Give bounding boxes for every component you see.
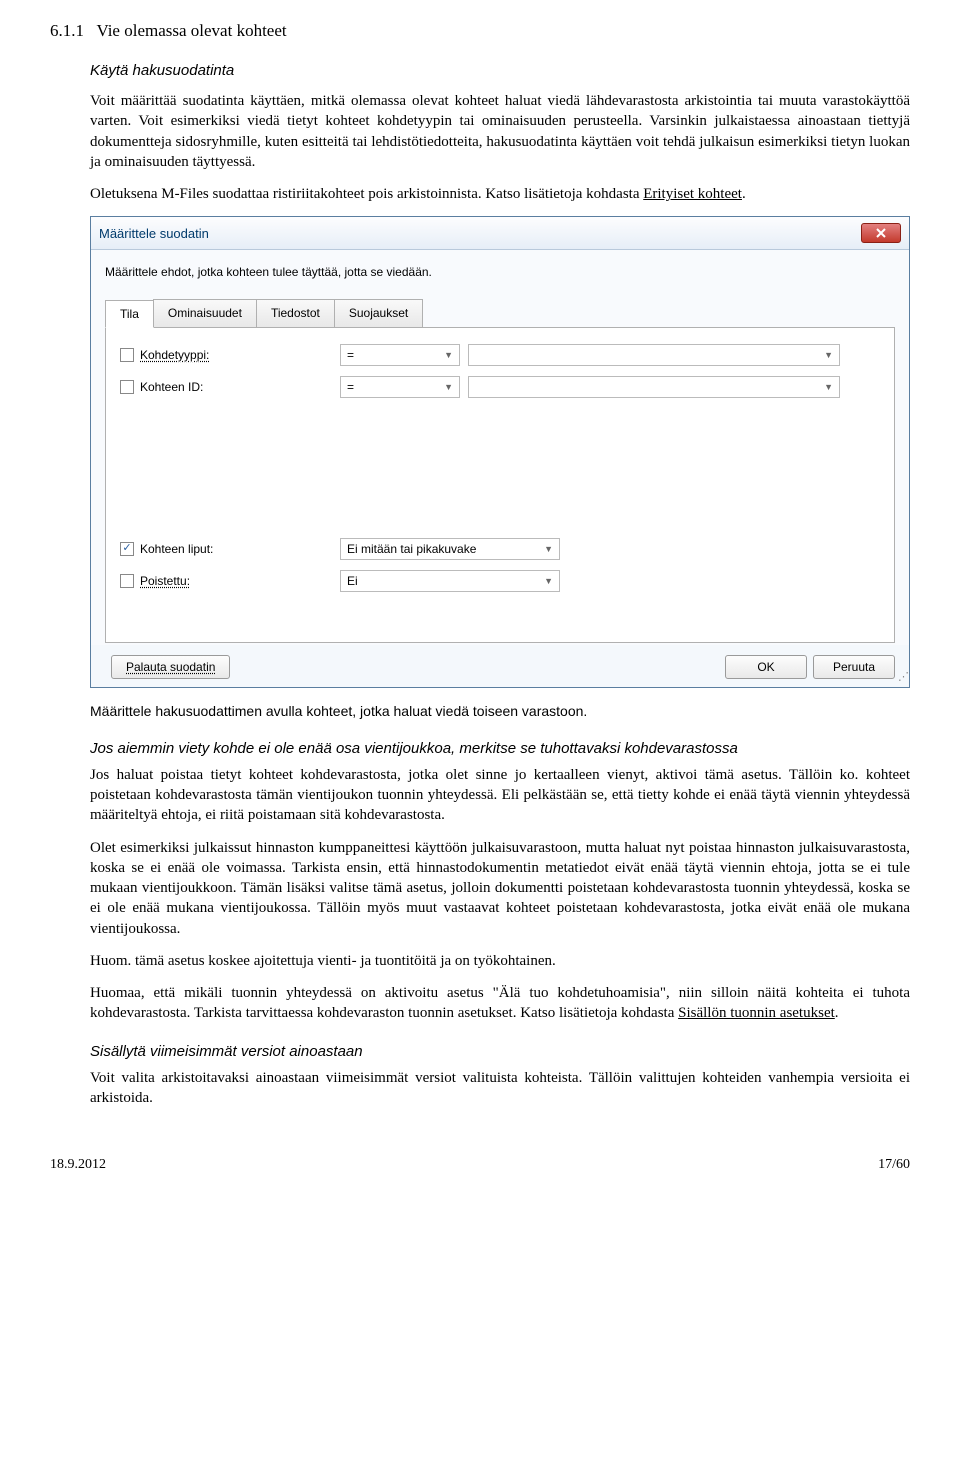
- paragraph-5: Huom. tämä asetus koskee ajoitettuja vie…: [90, 951, 910, 971]
- filter-dialog: Määrittele suodatin Määrittele ehdot, jo…: [90, 216, 910, 687]
- footer-page: 17/60: [878, 1156, 910, 1175]
- chevron-down-icon: ▼: [544, 543, 553, 555]
- dialog-tabs: Tila Ominaisuudet Tiedostot Suojaukset: [105, 299, 895, 328]
- paragraph-3: Jos haluat poistaa tietyt kohteet kohdev…: [90, 765, 910, 826]
- subheading-sisallyta: Sisällytä viimeisimmät versiot ainoastaa…: [90, 1042, 910, 1062]
- checkbox-kohteen-liput[interactable]: ✓: [120, 542, 134, 556]
- ok-button[interactable]: OK: [725, 655, 807, 679]
- resize-grip-icon[interactable]: ⋰: [898, 670, 907, 685]
- chevron-down-icon: ▼: [444, 349, 453, 361]
- value-kohteen-liput-text: Ei mitään tai pikakuvake: [347, 541, 476, 557]
- dialog-description: Määrittele ehdot, jotka kohteen tulee tä…: [105, 264, 895, 280]
- operator-kohteen-id-value: =: [347, 379, 354, 395]
- section-title: Vie olemassa olevat kohteet: [96, 21, 286, 40]
- footer-date: 18.9.2012: [50, 1156, 106, 1175]
- filter-row-kohteen-id: Kohteen ID: = ▼ ▼: [120, 376, 880, 398]
- tab-ominaisuudet[interactable]: Ominaisuudet: [153, 299, 257, 327]
- dialog-button-row: Palauta suodatin OK Peruuta: [91, 645, 909, 681]
- tab-suojaukset[interactable]: Suojaukset: [334, 299, 423, 327]
- cancel-button[interactable]: Peruuta: [813, 655, 895, 679]
- paragraph-2-tail: .: [742, 186, 746, 202]
- paragraph-1: Voit määrittää suodatinta käyttäen, mitk…: [90, 91, 910, 172]
- filter-row-kohteen-liput: ✓ Kohteen liput: Ei mitään tai pikakuvak…: [120, 538, 880, 560]
- chevron-down-icon: ▼: [544, 575, 553, 587]
- reset-filter-button[interactable]: Palauta suodatin: [111, 655, 230, 679]
- paragraph-4: Olet esimerkiksi julkaissut hinnaston ku…: [90, 838, 910, 939]
- filter-row-poistettu: Poistettu: Ei ▼: [120, 570, 880, 592]
- close-icon[interactable]: [861, 223, 901, 243]
- section-heading: 6.1.1 Vie olemassa olevat kohteet: [50, 20, 910, 43]
- value-poistettu-text: Ei: [347, 573, 358, 589]
- dialog-titlebar: Määrittele suodatin: [91, 217, 909, 250]
- dialog-title: Määrittele suodatin: [99, 225, 209, 243]
- section-number: 6.1.1: [50, 21, 84, 40]
- chevron-down-icon: ▼: [444, 381, 453, 393]
- paragraph-2: Oletuksena M-Files suodattaa ristiriitak…: [90, 184, 910, 204]
- paragraph-6: Huomaa, että mikäli tuonnin yhteydessä o…: [90, 983, 910, 1024]
- subheading-jos-aiemmin: Jos aiemmin viety kohde ei ole enää osa …: [90, 739, 910, 759]
- paragraph-2-text: Oletuksena M-Files suodattaa ristiriitak…: [90, 186, 643, 202]
- chevron-down-icon: ▼: [824, 349, 833, 361]
- paragraph-7: Voit valita arkistoitavaksi ainoastaan v…: [90, 1068, 910, 1109]
- operator-kohdetyyppi-value: =: [347, 347, 354, 363]
- tab-panel-tila: Kohdetyyppi: = ▼ ▼ Kohteen ID: = ▼: [105, 328, 895, 643]
- checkbox-poistettu[interactable]: [120, 574, 134, 588]
- value-kohdetyyppi[interactable]: ▼: [468, 344, 840, 366]
- value-kohteen-liput[interactable]: Ei mitään tai pikakuvake ▼: [340, 538, 560, 560]
- filter-row-kohdetyyppi: Kohdetyyppi: = ▼ ▼: [120, 344, 880, 366]
- subheading-hakusuodatin: Käytä hakusuodatinta: [90, 61, 910, 81]
- tab-tiedostot[interactable]: Tiedostot: [256, 299, 335, 327]
- operator-kohdetyyppi[interactable]: = ▼: [340, 344, 460, 366]
- chevron-down-icon: ▼: [824, 381, 833, 393]
- dialog-caption: Määrittele hakusuodattimen avulla kohtee…: [90, 702, 910, 721]
- link-erityiset-kohteet[interactable]: Erityiset kohteet: [643, 186, 742, 202]
- value-poistettu[interactable]: Ei ▼: [340, 570, 560, 592]
- label-kohteen-liput: Kohteen liput:: [140, 541, 340, 557]
- operator-kohteen-id[interactable]: = ▼: [340, 376, 460, 398]
- link-sisallon-tuonnin-asetukset[interactable]: Sisällön tuonnin asetukset: [678, 1005, 835, 1021]
- paragraph-6-tail: .: [835, 1005, 839, 1021]
- tab-tila[interactable]: Tila: [105, 300, 154, 328]
- checkbox-kohteen-id[interactable]: [120, 380, 134, 394]
- page-footer: 18.9.2012 17/60: [50, 1156, 910, 1175]
- label-kohdetyyppi: Kohdetyyppi:: [140, 347, 340, 363]
- checkbox-kohdetyyppi[interactable]: [120, 348, 134, 362]
- label-kohteen-id: Kohteen ID:: [140, 379, 340, 395]
- value-kohteen-id[interactable]: ▼: [468, 376, 840, 398]
- label-poistettu: Poistettu:: [140, 573, 340, 589]
